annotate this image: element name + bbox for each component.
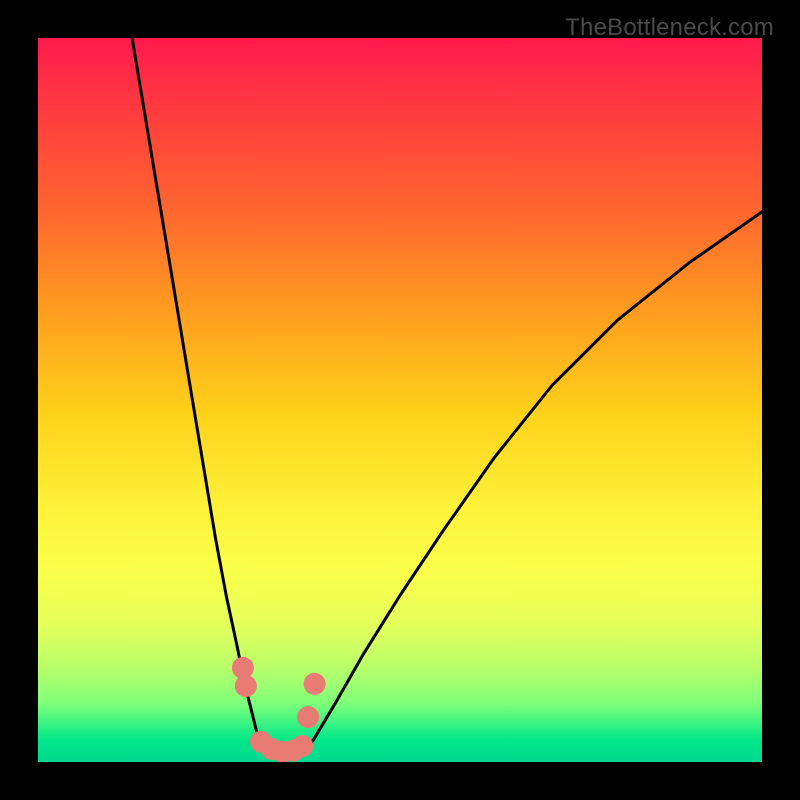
chart-frame: TheBottleneck.com: [0, 0, 800, 800]
trough-markers: [232, 657, 326, 762]
marker-dot: [297, 706, 319, 728]
marker-dot: [304, 673, 326, 695]
marker-dot: [291, 735, 313, 757]
plot-area: [38, 38, 762, 762]
bottleneck-curve: [132, 38, 762, 755]
marker-dot: [235, 675, 257, 697]
watermark-text: TheBottleneck.com: [565, 14, 774, 42]
curve-path: [132, 38, 762, 755]
curve-layer: [38, 38, 762, 762]
